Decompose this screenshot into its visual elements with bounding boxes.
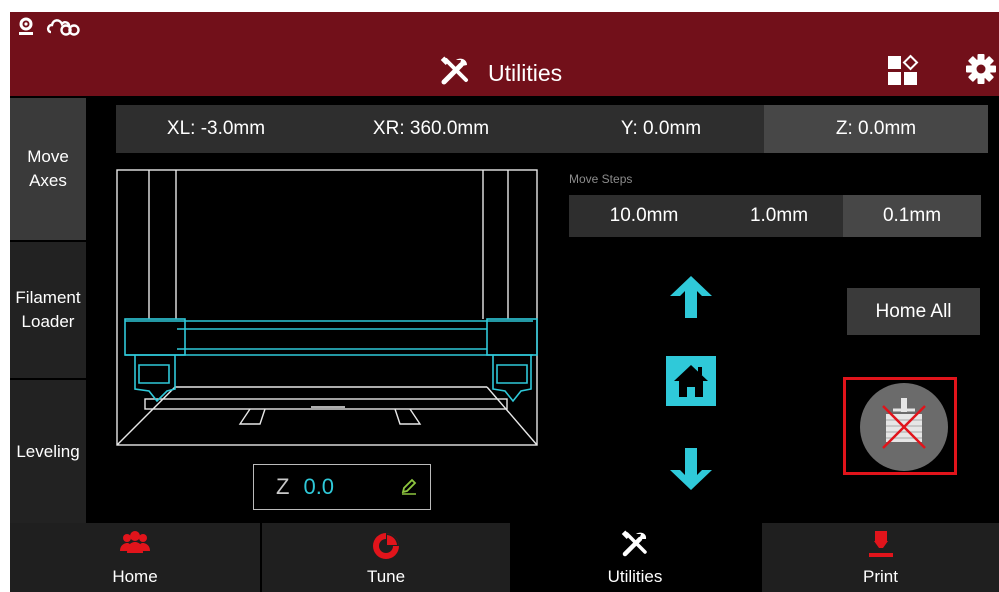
layout-grid-icon <box>886 54 920 92</box>
cloud-link-icon <box>46 16 82 43</box>
z-offset-label: Z <box>276 474 290 499</box>
arrow-up-icon <box>666 276 716 324</box>
arrow-down-icon <box>666 448 716 496</box>
tools-icon <box>440 55 470 91</box>
page-title-group: Utilities <box>440 55 563 91</box>
sidebar-item-label: Leveling <box>16 441 80 461</box>
sidebar-item-label: Move Axes <box>27 147 69 190</box>
nav-tab-utilities[interactable]: Utilities <box>510 523 760 592</box>
gear-icon <box>964 54 998 90</box>
sidebar-item-move-axes[interactable]: Move Axes <box>10 98 86 240</box>
print-nozzle-icon <box>866 529 896 566</box>
printer-wireframe-diagram <box>115 169 541 454</box>
sidebar-item-filament-loader[interactable]: Filament Loader <box>10 242 86 378</box>
tools-icon <box>620 529 650 564</box>
home-all-button[interactable]: Home All <box>847 288 980 335</box>
axis-xl-position[interactable]: XL: -3.0mm <box>116 105 316 153</box>
axis-xr-position[interactable]: XR: 360.0mm <box>316 105 546 153</box>
printer-screen: Utilities Move Axes Filament Loader Leve… <box>10 12 999 592</box>
settings-button[interactable] <box>964 52 998 86</box>
page-title: Utilities <box>488 59 563 86</box>
layout-grid-button[interactable] <box>886 54 920 88</box>
home-icon <box>666 356 716 410</box>
nav-tab-label: Utilities <box>607 567 663 586</box>
header-bar: Utilities <box>10 12 999 96</box>
pencil-icon[interactable] <box>400 477 418 500</box>
nav-tab-label: Home <box>112 567 158 586</box>
nav-tab-label: Print <box>863 567 898 586</box>
z-offset-field[interactable]: Z 0.0 <box>253 464 431 510</box>
pie-chart-icon <box>369 529 403 566</box>
nav-tab-print[interactable]: Print <box>762 523 999 592</box>
users-icon <box>118 529 152 564</box>
sidebar: Move Axes Filament Loader Leveling <box>10 98 86 523</box>
home-axis-button[interactable] <box>666 356 716 406</box>
nav-tab-home[interactable]: Home <box>10 523 260 592</box>
step-option-0-1mm[interactable]: 0.1mm <box>843 195 981 237</box>
webcam-icon <box>18 16 38 45</box>
step-option-1mm[interactable]: 1.0mm <box>719 195 839 237</box>
move-steps-selector: 10.0mm 1.0mm 0.1mm <box>569 195 981 237</box>
sidebar-item-label: Filament Loader <box>15 288 81 331</box>
axis-z-position[interactable]: Z: 0.0mm <box>764 105 988 153</box>
nav-tab-tune[interactable]: Tune <box>262 523 510 592</box>
axis-position-bar: XL: -3.0mm XR: 360.0mm Y: 0.0mm Z: 0.0mm <box>116 105 988 153</box>
axis-y-position[interactable]: Y: 0.0mm <box>546 105 776 153</box>
extruder-disabled-icon <box>853 380 953 479</box>
extruder-disabled-button[interactable] <box>843 377 957 475</box>
move-steps-label: Move Steps <box>569 172 633 186</box>
move-down-button[interactable] <box>666 446 716 497</box>
z-offset-value: 0.0 <box>303 474 335 499</box>
sidebar-item-leveling[interactable]: Leveling <box>10 380 86 523</box>
bottom-navigation: Home Tune Utilities Print <box>10 523 999 592</box>
step-option-10mm[interactable]: 10.0mm <box>569 195 719 237</box>
move-up-button[interactable] <box>666 274 716 325</box>
nav-tab-label: Tune <box>366 567 406 586</box>
